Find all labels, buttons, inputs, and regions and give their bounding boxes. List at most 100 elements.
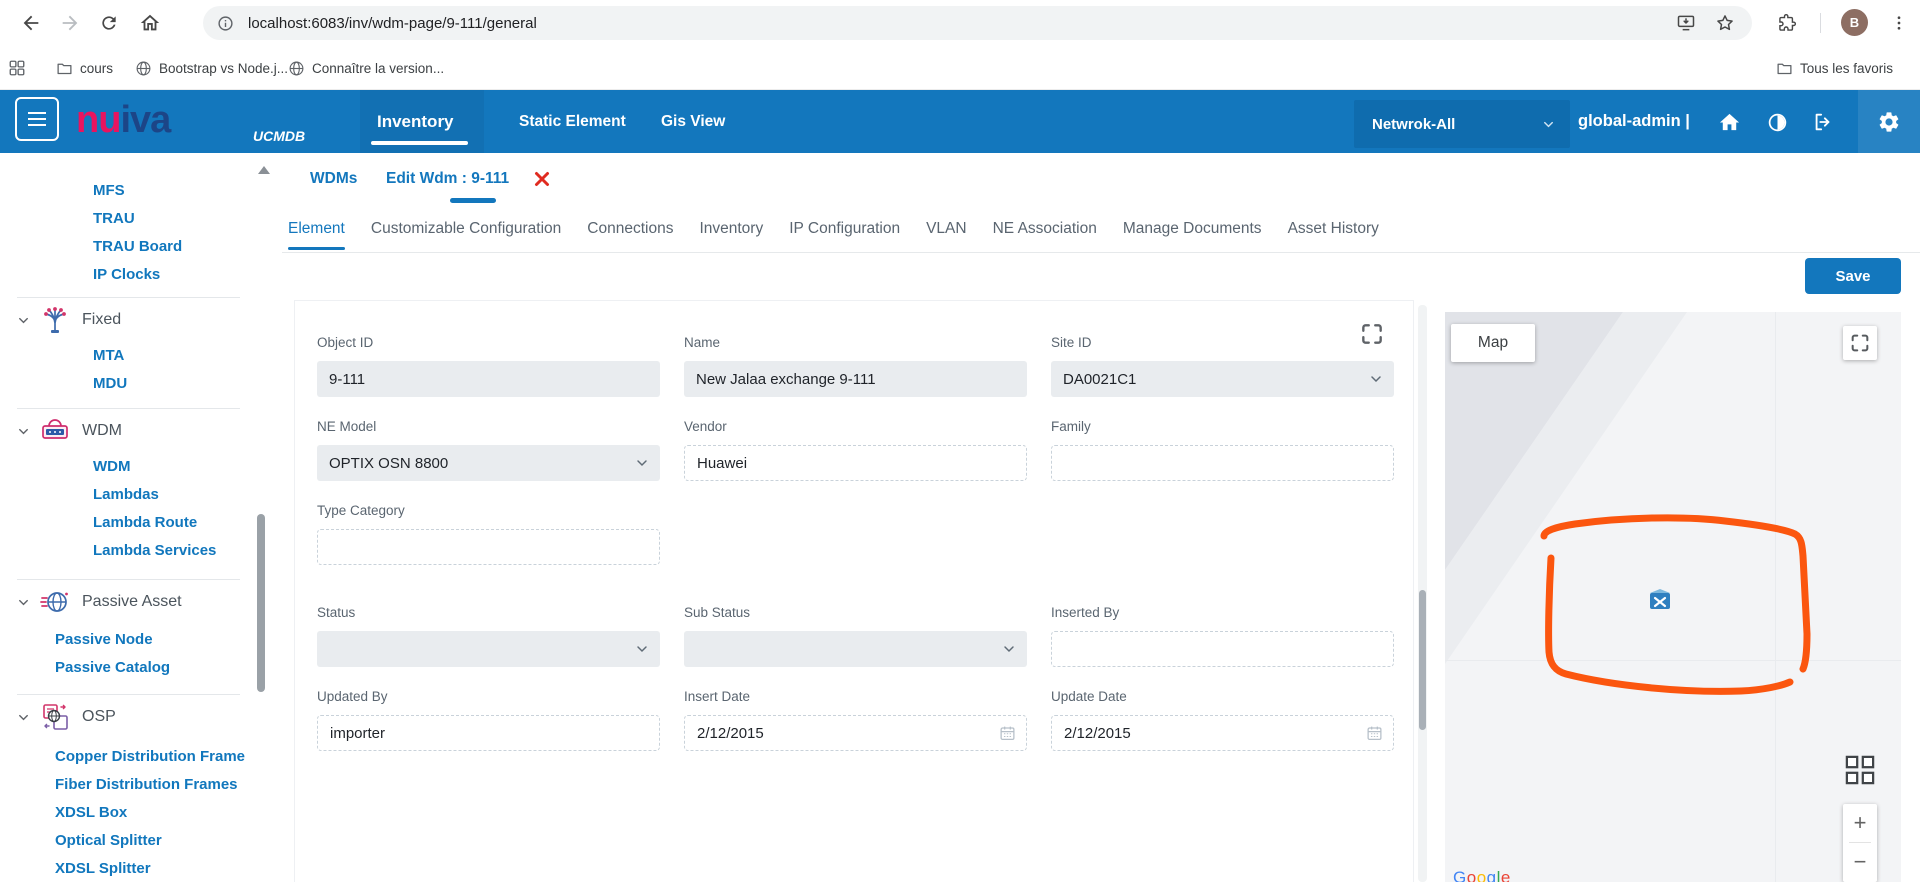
updated-by-input[interactable]: importer [317,715,660,751]
sidebar-item-xdsl-box[interactable]: XDSL Box [0,799,256,827]
tab-connections[interactable]: Connections [587,205,673,252]
tab-wdms-list[interactable]: WDMs [310,153,357,205]
content-scrollbar[interactable] [1419,590,1426,730]
site-id-select[interactable]: DA0021C1 [1051,361,1394,397]
sidebar-divider [17,694,240,695]
sidebar-item-passive-catalog[interactable]: Passive Catalog [0,654,256,682]
type-category-input[interactable] [317,529,660,565]
sidebar-item-lambdas[interactable]: Lambdas [0,481,256,509]
home-icon[interactable] [138,11,162,35]
sidebar-group-wdm[interactable]: WDM [0,413,256,449]
sidebar-item-fiber-distribution-frames[interactable]: Fiber Distribution Frames [0,771,256,799]
close-tab-icon[interactable] [533,170,551,188]
folder-icon [1776,60,1793,77]
page-tabs: WDMs Edit Wdm : 9-111 [282,153,1522,205]
inserted-by-input[interactable] [1051,631,1394,667]
settings-area[interactable] [1858,90,1920,153]
tab-static-element[interactable]: Static Element [519,90,626,153]
chevron-down-icon [1368,371,1384,387]
sidebar-item-trau-board[interactable]: TRAU Board [0,233,256,261]
gear-icon [1877,110,1901,134]
map-tiles-grid-icon[interactable] [1843,752,1877,788]
tab-inventory[interactable]: Inventory [699,205,763,252]
ne-model-select[interactable]: OPTIX OSN 8800 [317,445,660,481]
sidebar-item-trau[interactable]: TRAU [0,205,256,233]
sidebar-scroll-up-arrow[interactable] [258,166,270,174]
install-app-icon[interactable] [1674,11,1698,35]
sidebar-item-lambda-services[interactable]: Lambda Services [0,537,256,565]
passive-globe-icon [40,587,70,617]
name-input[interactable]: New Jalaa exchange 9-111 [684,361,1027,397]
sidebar-scrollbar[interactable] [257,514,265,692]
menu-toggle-button[interactable] [15,97,59,141]
insert-date-input[interactable]: 2/12/2015 [684,715,1027,751]
bookmark-cours[interactable]: cours [56,46,113,90]
back-icon[interactable] [19,11,43,35]
sidebar-item-passive-node[interactable]: Passive Node [0,626,256,654]
save-button[interactable]: Save [1805,258,1901,294]
update-date-input[interactable]: 2/12/2015 [1051,715,1394,751]
family-input[interactable] [1051,445,1394,481]
current-user[interactable]: global-admin | [1578,90,1690,153]
sidebar-item-lambda-route[interactable]: Lambda Route [0,509,256,537]
sidebar-item-xdsl-splitter[interactable]: XDSL Splitter [0,855,256,882]
globe-icon [135,60,152,77]
tab-customizable-configuration[interactable]: Customizable Configuration [371,205,561,252]
field-name: Name New Jalaa exchange 9-111 [684,334,1027,397]
app-logo: nuiva [76,98,170,142]
vendor-input[interactable]: Huawei [684,445,1027,481]
forward-icon[interactable] [58,11,82,35]
sidebar-group-fixed[interactable]: Fixed [0,302,256,338]
tab-manage-documents[interactable]: Manage Documents [1123,205,1262,252]
tab-asset-history[interactable]: Asset History [1288,205,1379,252]
tab-gis-view[interactable]: Gis View [661,90,725,153]
all-favorites[interactable]: Tous les favoris [1776,46,1893,90]
zoom-out-button[interactable]: − [1843,843,1877,881]
zoom-in-button[interactable]: + [1843,804,1877,842]
tab-ip-configuration[interactable]: IP Configuration [789,205,900,252]
network-element-marker-icon[interactable] [1649,588,1671,610]
status-select[interactable] [317,631,660,667]
sidebar-item-mta[interactable]: MTA [0,342,256,370]
sidebar-item-copper-distribution-frame[interactable]: Copper Distribution Frame [0,743,256,771]
field-family: Family [1051,418,1394,481]
contrast-icon[interactable] [1764,109,1790,135]
sidebar-item-mdu[interactable]: MDU [0,370,256,398]
bookmark-connaitre-version[interactable]: Connaître la version... [288,46,444,90]
bookmark-bootstrap-vs-node[interactable]: Bootstrap vs Node.j... [135,46,288,90]
active-tab-underline [371,141,468,145]
sidebar-item-wdm[interactable]: WDM [0,453,256,481]
map-type-chip[interactable]: Map [1451,324,1535,362]
object-id-input[interactable]: 9-111 [317,361,660,397]
chevron-down-icon [634,455,650,471]
extensions-icon[interactable] [1775,11,1799,35]
sidebar-group-passive-asset[interactable]: Passive Asset [0,584,256,620]
browser-profile-avatar[interactable]: B [1841,9,1868,36]
tab-element[interactable]: Element [288,205,345,252]
logout-icon[interactable] [1810,109,1836,135]
tab-groups-icon[interactable] [8,46,26,90]
sidebar-group-osp[interactable]: OSP [0,699,256,735]
url-text: localhost:6083/inv/wdm-page/9-111/genera… [248,15,537,32]
sidebar-item-optical-splitter[interactable]: Optical Splitter [0,827,256,855]
calendar-icon[interactable] [999,725,1016,742]
tab-vlan[interactable]: VLAN [926,205,967,252]
reload-icon[interactable] [97,11,121,35]
map-panel[interactable]: Map + − Google [1445,312,1901,882]
sub-status-select[interactable] [684,631,1027,667]
active-page-tab-indicator [450,198,496,203]
address-bar[interactable]: localhost:6083/inv/wdm-page/9-111/genera… [203,6,1752,40]
field-type-category: Type Category [317,502,660,565]
calendar-icon[interactable] [1366,725,1383,742]
map-zoom-control: + − [1843,804,1877,882]
tab-ne-association[interactable]: NE Association [993,205,1097,252]
sidebar-item-mfs[interactable]: MFS [0,177,256,205]
network-selector[interactable]: Netwrok-All [1354,100,1570,148]
home-dashboard-icon[interactable] [1716,109,1742,135]
site-info-icon[interactable] [217,15,234,32]
browser-menu-icon[interactable] [1887,11,1911,35]
sidebar-divider [17,408,240,409]
map-fullscreen-icon[interactable] [1843,326,1877,360]
bookmark-star-icon[interactable] [1713,11,1737,35]
sidebar-item-ip-clocks[interactable]: IP Clocks [0,261,256,289]
